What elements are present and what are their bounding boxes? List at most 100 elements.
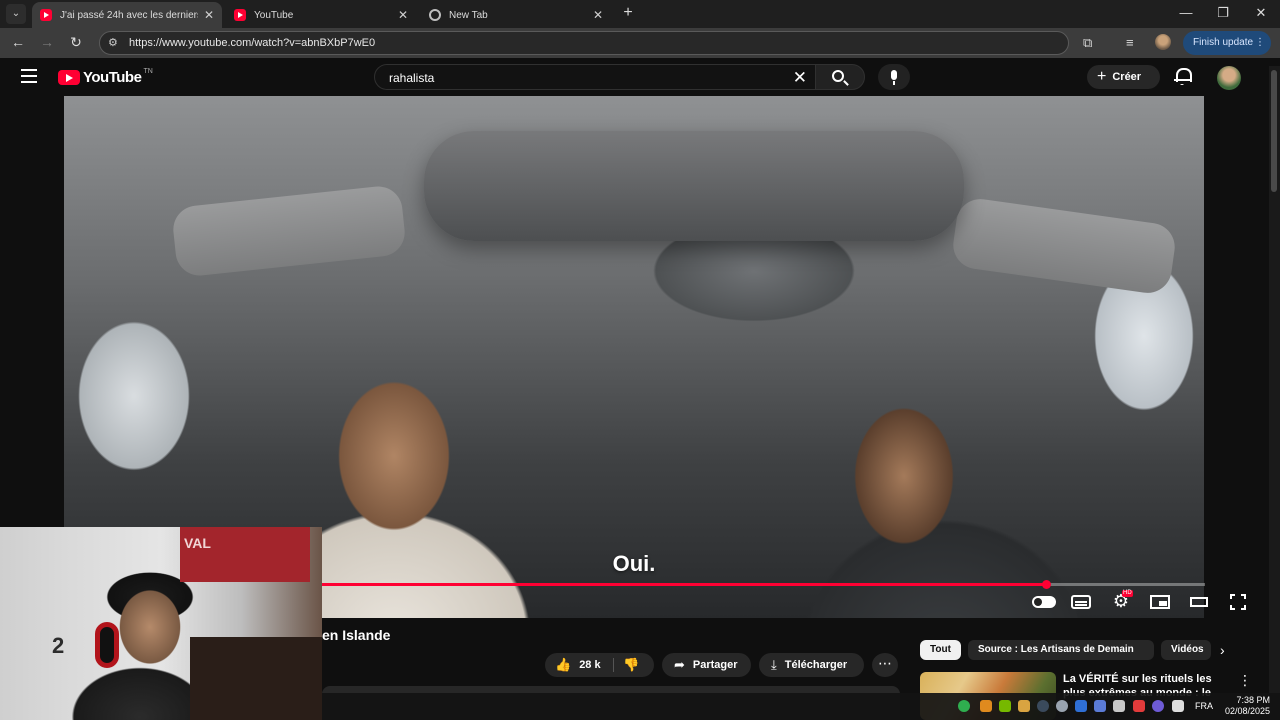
- new-tab-plus-icon[interactable]: +: [620, 4, 636, 22]
- tab-youtube[interactable]: YouTube ✕: [226, 2, 416, 28]
- tab-video[interactable]: J'ai passé 24h avec les derniers ✕: [32, 2, 222, 28]
- close-tab-icon[interactable]: ✕: [398, 8, 408, 22]
- fullscreen-icon[interactable]: [1230, 594, 1246, 610]
- progress-played: [322, 583, 1046, 586]
- background-panel: [190, 637, 322, 720]
- share-label: Partager: [692, 659, 738, 671]
- wall-poster: VAL: [180, 527, 310, 582]
- account-avatar[interactable]: [1217, 66, 1241, 90]
- thumbs-up-icon: 👍: [555, 657, 572, 672]
- address-bar[interactable]: ⚙ https://www.youtube.com/watch?v=abnBXb…: [99, 31, 1069, 55]
- create-button[interactable]: + Créer: [1087, 65, 1160, 89]
- chrome-icon: [429, 9, 441, 21]
- tab-title: J'ai passé 24h avec les derniers: [60, 9, 198, 21]
- divider: [613, 658, 614, 672]
- search-icon: [832, 70, 844, 82]
- theater-mode-icon[interactable]: [1190, 597, 1208, 607]
- download-icon: ⤓: [771, 657, 777, 672]
- notifications-bell-icon[interactable]: [1174, 67, 1192, 85]
- progress-scrubber[interactable]: [1042, 580, 1051, 589]
- back-arrow-icon[interactable]: ←: [9, 34, 27, 50]
- close-tab-icon[interactable]: ✕: [204, 8, 214, 22]
- network-icon[interactable]: [1075, 700, 1087, 712]
- steam-icon[interactable]: [1037, 700, 1049, 712]
- youtube-icon: [40, 9, 52, 21]
- youtube-icon: [234, 9, 246, 21]
- url-text: https://www.youtube.com/watch?v=abnBXbP7…: [129, 37, 376, 49]
- more-vert-icon[interactable]: ⋮: [1255, 31, 1265, 55]
- voice-search-mic-icon[interactable]: [878, 64, 910, 90]
- video-frame-mirror: [424, 131, 964, 241]
- chevron-right-icon[interactable]: ›: [1220, 642, 1225, 658]
- forward-arrow-icon[interactable]: →: [38, 34, 56, 50]
- search-button[interactable]: [815, 64, 865, 90]
- dislike-thumbs-down-icon[interactable]: 👎: [623, 653, 639, 677]
- menu-hamburger-icon[interactable]: [21, 69, 37, 83]
- reload-icon[interactable]: ↻: [67, 34, 85, 51]
- finish-update-button[interactable]: Finish update ⋮: [1183, 31, 1271, 55]
- profile-avatar[interactable]: [1155, 34, 1171, 50]
- chip-source[interactable]: Source : Les Artisans de Demain: [968, 640, 1154, 660]
- video-frame-visor-left: [170, 184, 408, 278]
- tab-search-button[interactable]: ⌄: [6, 4, 26, 24]
- like-count: 28 k: [579, 659, 601, 671]
- youtube-tray-icon[interactable]: [1133, 700, 1145, 712]
- autoplay-toggle-icon[interactable]: [1032, 596, 1056, 608]
- search-value: rahalista: [389, 71, 435, 85]
- video-title: en Islande: [322, 627, 391, 643]
- tab-new-tab[interactable]: New Tab ✕: [421, 2, 611, 28]
- headset-icon[interactable]: [1056, 700, 1068, 712]
- speaker-icon[interactable]: [1172, 700, 1184, 712]
- plus-icon: +: [1097, 68, 1107, 85]
- webcam-overlay: VAL 2: [0, 527, 322, 720]
- scrollbar-thumb[interactable]: [1271, 70, 1277, 192]
- headset-image: [95, 622, 119, 668]
- green-circle-icon[interactable]: [958, 700, 970, 712]
- hd-badge: HD: [1122, 590, 1133, 597]
- nvidia-icon[interactable]: [999, 700, 1011, 712]
- miniplayer-icon[interactable]: [1150, 595, 1170, 609]
- tab-title: YouTube: [254, 9, 294, 21]
- close-window-icon[interactable]: ✕: [1251, 5, 1271, 21]
- download-label: Télécharger: [784, 659, 848, 671]
- close-tab-icon[interactable]: ✕: [593, 8, 603, 22]
- settings-gear-icon[interactable]: ⚙ HD: [1110, 590, 1133, 610]
- chip-all[interactable]: Tout: [920, 640, 961, 660]
- share-button[interactable]: ➦ Partager: [662, 653, 751, 677]
- subtitles-icon[interactable]: [1071, 595, 1091, 609]
- folder-icon[interactable]: [1018, 700, 1030, 712]
- system-clock[interactable]: 7:38 PM 02/08/2025: [1222, 695, 1270, 717]
- media-controls-icon[interactable]: ≡: [1126, 35, 1134, 50]
- shirt-number: 2: [52, 633, 65, 658]
- browser-tab-strip: ⌄ J'ai passé 24h avec les derniers ✕ You…: [0, 0, 1280, 28]
- clear-search-icon[interactable]: ✕: [793, 68, 807, 88]
- download-button[interactable]: ⤓ Télécharger: [759, 653, 864, 677]
- chip-videos[interactable]: Vidéos: [1161, 640, 1211, 660]
- extensions-icon[interactable]: ⧉: [1083, 35, 1092, 51]
- clock-date: 02/08/2025: [1224, 706, 1270, 716]
- minimize-icon[interactable]: —: [1176, 5, 1196, 20]
- finish-update-label: Finish update: [1193, 37, 1254, 48]
- tab-title: New Tab: [449, 9, 488, 21]
- suggestion-more-vert-icon[interactable]: ⋮: [1238, 672, 1252, 689]
- site-info-icon[interactable]: ⚙: [108, 36, 118, 49]
- logo-country-code: TN: [143, 68, 153, 75]
- orange-arrow-icon[interactable]: [980, 700, 992, 712]
- like-button[interactable]: 👍 28 k: [545, 653, 613, 677]
- discord-icon[interactable]: [1152, 700, 1164, 712]
- more-actions-icon[interactable]: ⋯: [872, 653, 898, 677]
- search-input[interactable]: rahalista ✕: [374, 64, 816, 90]
- keyboard-language[interactable]: FRA: [1195, 701, 1213, 711]
- poster-text: VAL: [184, 535, 211, 551]
- restore-icon[interactable]: ❐: [1213, 5, 1233, 21]
- security-icon[interactable]: [1113, 700, 1125, 712]
- youtube-play-icon: [58, 70, 80, 85]
- youtube-logo[interactable]: YouTube TN: [58, 68, 153, 86]
- logo-wordmark: YouTube: [83, 69, 142, 86]
- like-dislike-group: 👍 28 k 👎: [545, 653, 654, 677]
- create-label: Créer: [1112, 71, 1142, 83]
- video-frame-visor-right: [950, 196, 1178, 296]
- share-arrow-icon: ➦: [674, 657, 685, 672]
- bluetooth-icon[interactable]: [1094, 700, 1106, 712]
- browser-toolbar: ← → ↻ ⚙ https://www.youtube.com/watch?v=…: [0, 28, 1280, 58]
